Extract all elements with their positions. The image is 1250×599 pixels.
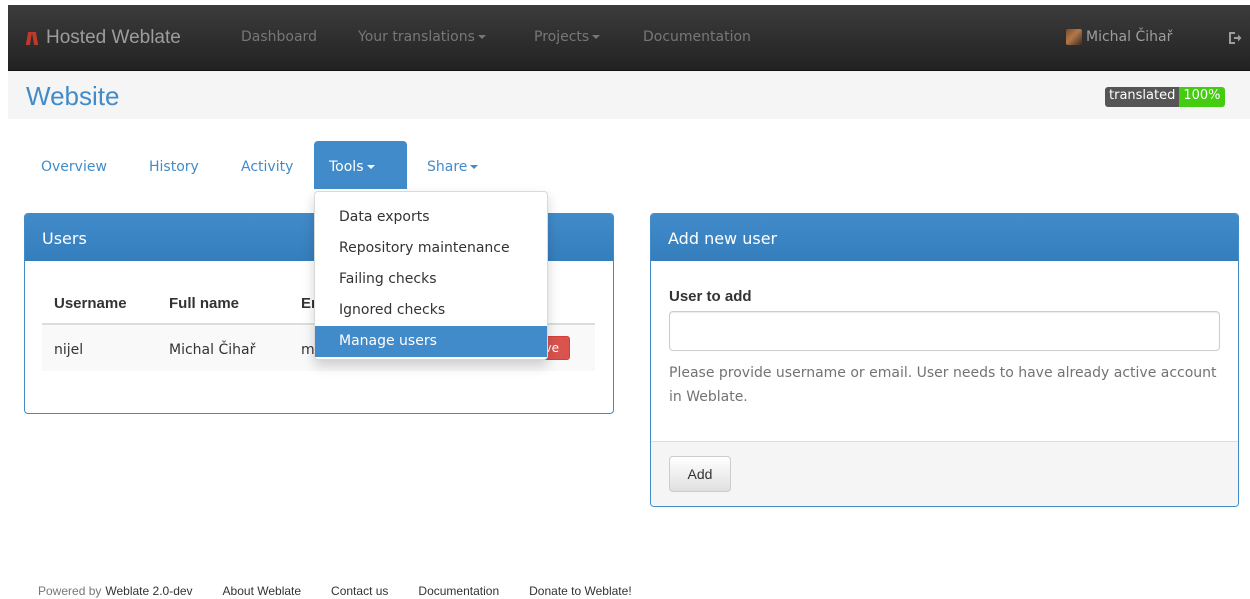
page-footer: Powered by Weblate 2.0-dev About Weblate… [38, 584, 632, 598]
logout-icon[interactable] [1226, 30, 1242, 46]
tab-share[interactable]: Share [412, 141, 493, 189]
page-header: Website translated 100% [8, 71, 1250, 119]
footer-donate-link[interactable]: Donate to Weblate! [529, 584, 632, 598]
caret-down-icon [477, 35, 486, 39]
caret-down-icon [366, 165, 375, 169]
badge-value: 100% [1179, 87, 1225, 107]
user-name: Michal Čihař [1086, 29, 1173, 45]
tools-dropdown-menu: Data exports Repository maintenance Fail… [314, 191, 548, 360]
weblate-logo-icon [25, 31, 39, 45]
tab-history[interactable]: History [134, 141, 214, 189]
user-to-add-input[interactable] [669, 311, 1220, 351]
menu-item-manage-users[interactable]: Manage users [315, 326, 547, 357]
cell-email: m [301, 342, 315, 358]
nav-your-translations-label: Your translations [358, 29, 475, 45]
add-user-panel-title: Add new user [651, 214, 1238, 261]
footer-about-link[interactable]: About Weblate [223, 584, 302, 598]
caret-down-icon [592, 35, 601, 39]
user-menu[interactable]: Michal Čihař [1066, 29, 1172, 45]
help-text: Please provide username or email. User n… [669, 365, 1217, 405]
nav-dashboard[interactable]: Dashboard [241, 29, 317, 45]
footer-weblate-version-link[interactable]: Weblate 2.0-dev [105, 584, 192, 598]
column-header-full-name: Full name [169, 295, 240, 312]
user-to-add-label: User to add [669, 288, 752, 305]
menu-item-failing-checks[interactable]: Failing checks [315, 264, 547, 295]
add-user-panel-footer: Add [651, 441, 1238, 506]
brand-name: Hosted Weblate [46, 27, 181, 48]
cell-username: nijel [54, 342, 84, 358]
tab-overview[interactable]: Overview [26, 141, 122, 189]
avatar [1066, 29, 1082, 45]
footer-powered-prefix: Powered by [38, 584, 102, 598]
tab-share-label: Share [427, 159, 468, 175]
menu-item-ignored-checks[interactable]: Ignored checks [315, 295, 547, 326]
add-user-button[interactable]: Add [669, 456, 731, 492]
footer-documentation-link[interactable]: Documentation [418, 584, 499, 598]
brand[interactable]: Hosted Weblate [25, 25, 181, 51]
caret-down-icon [470, 165, 479, 169]
page-title[interactable]: Website [26, 81, 119, 112]
status-badge[interactable]: translated 100% [1105, 87, 1225, 107]
tab-tools[interactable]: Tools [314, 141, 407, 189]
add-user-panel: Add new user User to add Please provide … [650, 213, 1239, 507]
nav-projects[interactable]: Projects [534, 29, 601, 45]
footer-contact-link[interactable]: Contact us [331, 584, 388, 598]
cell-full-name: Michal Čihař [169, 342, 256, 358]
tab-tools-label: Tools [329, 159, 364, 175]
menu-item-repository-maintenance[interactable]: Repository maintenance [315, 233, 547, 264]
column-header-username: Username [54, 295, 127, 312]
nav-projects-label: Projects [534, 29, 590, 45]
menu-item-data-exports[interactable]: Data exports [315, 202, 547, 233]
tab-activity[interactable]: Activity [226, 141, 308, 189]
nav-documentation[interactable]: Documentation [643, 29, 751, 45]
top-navbar: Hosted Weblate Dashboard Your translatio… [8, 5, 1250, 71]
nav-your-translations[interactable]: Your translations [358, 29, 486, 45]
badge-label: translated [1105, 87, 1180, 107]
